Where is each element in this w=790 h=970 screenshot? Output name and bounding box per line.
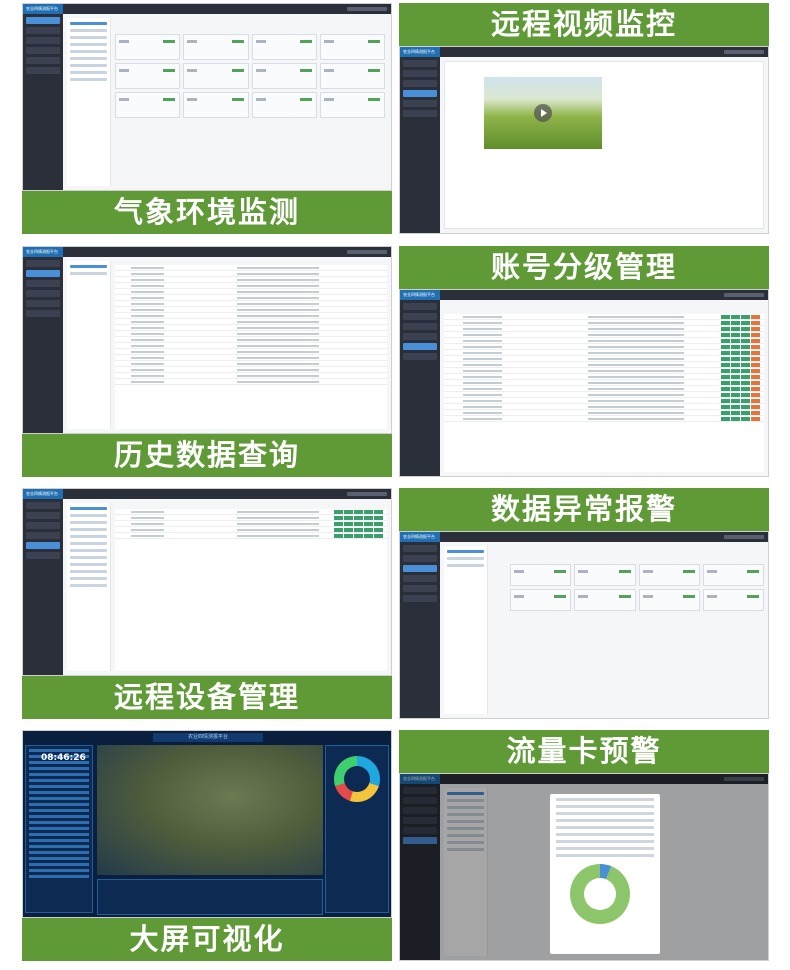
feature-tile-simcard: 流量卡预警 农业四情测报平台 [399,730,769,961]
feature-label: 流量卡预警 [399,730,769,773]
bigscreen-dashboard: 农业四情测报平台 08:46:26 [23,731,391,917]
bigscreen-title: 农业四情测报平台 [153,733,263,742]
app-logo: 农业四情测报平台 [400,532,440,542]
bigscreen-left-panel [25,745,93,913]
devices-screenshot: 农业四情测报平台 [22,488,392,676]
clock-display: 08:46:26 [41,753,86,763]
feature-tile-bigscreen: 农业四情测报平台 08:46:26 大屏可视化 [22,730,392,961]
bigscreen-screenshot: 农业四情测报平台 08:46:26 [22,730,392,918]
app-logo: 农业四情测报平台 [23,4,63,14]
feature-label: 数据异常报警 [399,488,769,531]
app-logo: 农业四情测报平台 [400,47,440,57]
device-stat-donut [334,756,380,802]
accounts-table [444,314,764,472]
sensor-card-grid [115,34,385,118]
feature-label: 气象环境监测 [22,191,392,234]
feature-label: 远程设备管理 [22,676,392,719]
accounts-screenshot: 农业四情测报平台 [399,289,769,477]
feature-tile-weather: 农业四情测报平台 气象环境监测 [22,3,392,234]
play-icon[interactable] [534,104,552,122]
feature-tile-devices: 农业四情测报平台 远程设备管理 [22,488,392,719]
bigscreen-trend-panel [97,879,323,915]
alarm-screenshot: 农业四情测报平台 [399,531,769,719]
simcard-usage-modal [550,794,660,954]
video-screenshot: 农业四情测报平台 [399,46,769,234]
feature-tile-alarm: 数据异常报警 农业四情测报平台 [399,488,769,719]
sidebar: 农业四情测报平台 [23,4,63,190]
feature-label: 历史数据查询 [22,434,392,477]
bigscreen-right-panel [325,745,389,913]
alarm-card-grid [510,564,764,611]
history-table [115,265,387,429]
satellite-map[interactable] [97,745,323,875]
usage-ring-chart [570,864,630,924]
feature-tile-history: 农业四情测报平台 历史数据查询 [22,246,392,477]
feature-label: 远程视频监控 [399,3,769,46]
weather-screenshot: 农业四情测报平台 [22,3,392,191]
app-logo: 农业四情测报平台 [23,489,63,499]
devices-table [115,509,387,671]
app-logo: 农业四情测报平台 [400,290,440,300]
history-screenshot: 农业四情测报平台 [22,246,392,434]
simcard-screenshot: 农业四情测报平台 [399,773,769,961]
feature-tile-video: 远程视频监控 农业四情测报平台 [399,3,769,234]
device-tree [67,18,111,186]
feature-label: 账号分级管理 [399,246,769,289]
feature-label: 大屏可视化 [22,918,392,961]
video-player[interactable] [484,77,602,149]
feature-tile-accounts: 账号分级管理 农业四情测报平台 [399,246,769,477]
app-logo: 农业四情测报平台 [23,247,63,257]
